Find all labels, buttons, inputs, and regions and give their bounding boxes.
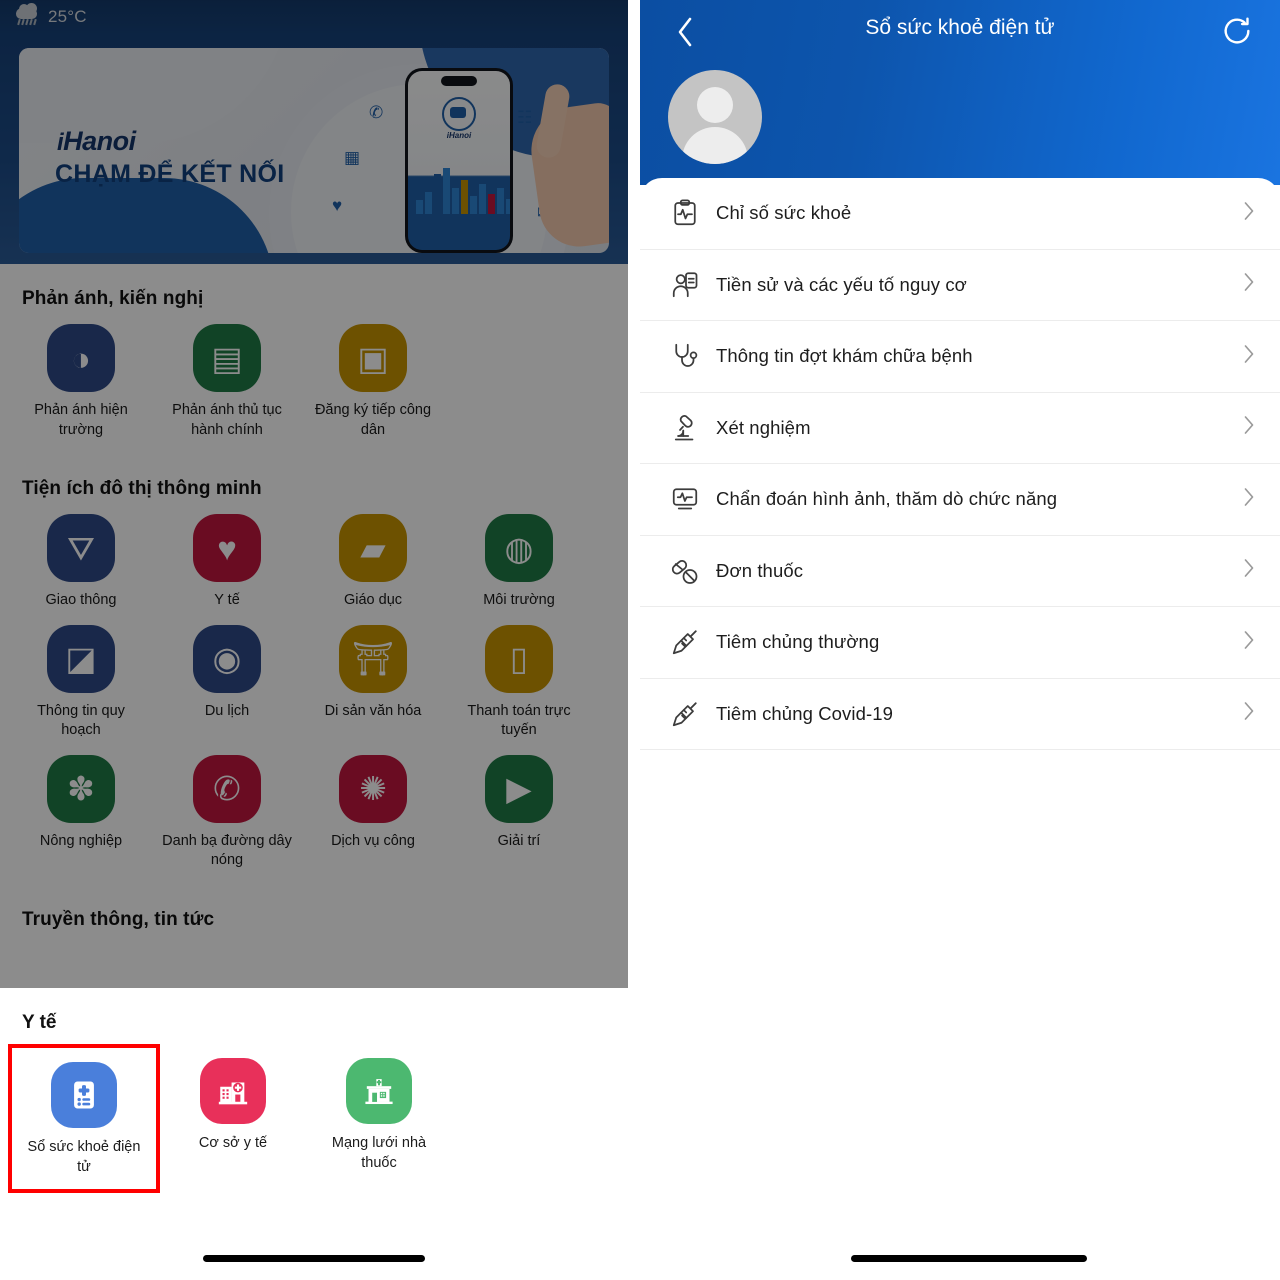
- menu-item-tiem-chung-thuong[interactable]: Tiêm chủng thường: [640, 607, 1280, 679]
- menu-item-label: Tiêm chủng thường: [716, 631, 880, 653]
- screenshot-root: 25°C iHanoi CHẠM ĐỂ KẾT NỐI ✆ ▦ ♥ ☷ ▰: [0, 0, 1280, 1280]
- syringe-icon: [670, 627, 716, 657]
- stethoscope-icon: [670, 341, 716, 371]
- syringe-icon: [670, 699, 716, 729]
- chevron-right-icon: [1242, 699, 1256, 728]
- home-indicator-left: [203, 1255, 425, 1262]
- menu-item-label: Tiêm chủng Covid-19: [716, 702, 894, 724]
- avatar-body: [682, 127, 748, 164]
- bottom-sheet-grid: Sổ sức khoẻ điện tử Cơ sở y tế Mạng lưới…: [0, 1044, 628, 1194]
- chevron-right-icon: [1242, 270, 1256, 299]
- menu-item-don-thuoc[interactable]: Đơn thuốc: [640, 536, 1280, 607]
- bottom-sheet-item-label: Mạng lưới nhà thuốc: [331, 1135, 427, 1171]
- menu-item-tiem-chung-covid[interactable]: Tiêm chủng Covid-19: [640, 679, 1280, 750]
- menu-item-label: Tiền sử và các yếu tố nguy cơ: [716, 273, 967, 295]
- right-phone-screen: Sổ sức khoẻ điện tử Chỉ số sức khoẻ Tiền…: [640, 0, 1280, 1280]
- bottom-sheet-item-co-so-y-te[interactable]: Cơ sở y tế: [160, 1044, 306, 1193]
- bottom-sheet-title: Y tế: [22, 1012, 57, 1033]
- right-header: Sổ sức khoẻ điện tử: [640, 0, 1280, 185]
- chevron-right-icon: [1242, 199, 1256, 228]
- chevron-right-icon: [1242, 485, 1256, 514]
- refresh-icon[interactable]: [1220, 14, 1254, 48]
- menu-item-label: Xét nghiệm: [716, 416, 811, 438]
- menu-item-label: Chẩn đoán hình ảnh, thăm dò chức năng: [716, 488, 1058, 510]
- bottom-sheet-item-label: Sổ sức khoẻ điện tử: [27, 1139, 141, 1175]
- page-title: Sổ sức khoẻ điện tử: [865, 16, 1055, 39]
- chevron-right-icon: [1242, 556, 1256, 585]
- modal-dim-overlay[interactable]: [0, 0, 628, 988]
- menu-item-thong-tin-kham[interactable]: Thông tin đợt khám chữa bệnh: [640, 321, 1280, 393]
- menu-item-label: Đơn thuốc: [716, 559, 804, 581]
- menu-item-label: Thông tin đợt khám chữa bệnh: [716, 345, 973, 367]
- pills-icon: [670, 556, 716, 586]
- chevron-right-icon: [1242, 413, 1256, 442]
- hospital-icon: [200, 1058, 266, 1124]
- chevron-right-icon: [1242, 628, 1256, 657]
- monitor-pulse-icon: [670, 484, 716, 514]
- menu-item-label: Chỉ số sức khoẻ: [716, 202, 852, 224]
- pharmacy-icon: [346, 1058, 412, 1124]
- bottom-sheet-item-mang-luoi-nha-thuoc[interactable]: Mạng lưới nhà thuốc: [306, 1044, 452, 1193]
- avatar-head: [697, 87, 733, 123]
- home-indicator-right: [851, 1255, 1087, 1262]
- clipboard-pulse-icon: [670, 198, 716, 228]
- menu-item-xet-nghiem[interactable]: Xét nghiệm: [640, 393, 1280, 464]
- left-phone-screen: 25°C iHanoi CHẠM ĐỂ KẾT NỐI ✆ ▦ ♥ ☷ ▰: [0, 0, 628, 1280]
- menu-item-tien-su[interactable]: Tiền sử và các yếu tố nguy cơ: [640, 250, 1280, 321]
- menu-card: Chỉ số sức khoẻ Tiền sử và các yếu tố ng…: [640, 178, 1280, 1280]
- bottom-sheet-item-so-suc-khoe[interactable]: Sổ sức khoẻ điện tử: [8, 1044, 160, 1194]
- chevron-right-icon: [1242, 342, 1256, 371]
- menu-item-chi-so-suc-khoe[interactable]: Chỉ số sức khoẻ: [640, 178, 1280, 250]
- microscope-icon: [670, 413, 716, 443]
- avatar[interactable]: [668, 70, 762, 164]
- health-record-icon: [51, 1062, 117, 1128]
- menu-item-chan-doan-hinh-anh[interactable]: Chẩn đoán hình ảnh, thăm dò chức năng: [640, 464, 1280, 536]
- person-record-icon: [670, 270, 716, 300]
- bottom-sheet-item-label: Cơ sở y tế: [198, 1135, 268, 1151]
- bottom-sheet: Y tế Sổ sức khoẻ điện tử Cơ sở y tế Mạng…: [0, 988, 628, 1280]
